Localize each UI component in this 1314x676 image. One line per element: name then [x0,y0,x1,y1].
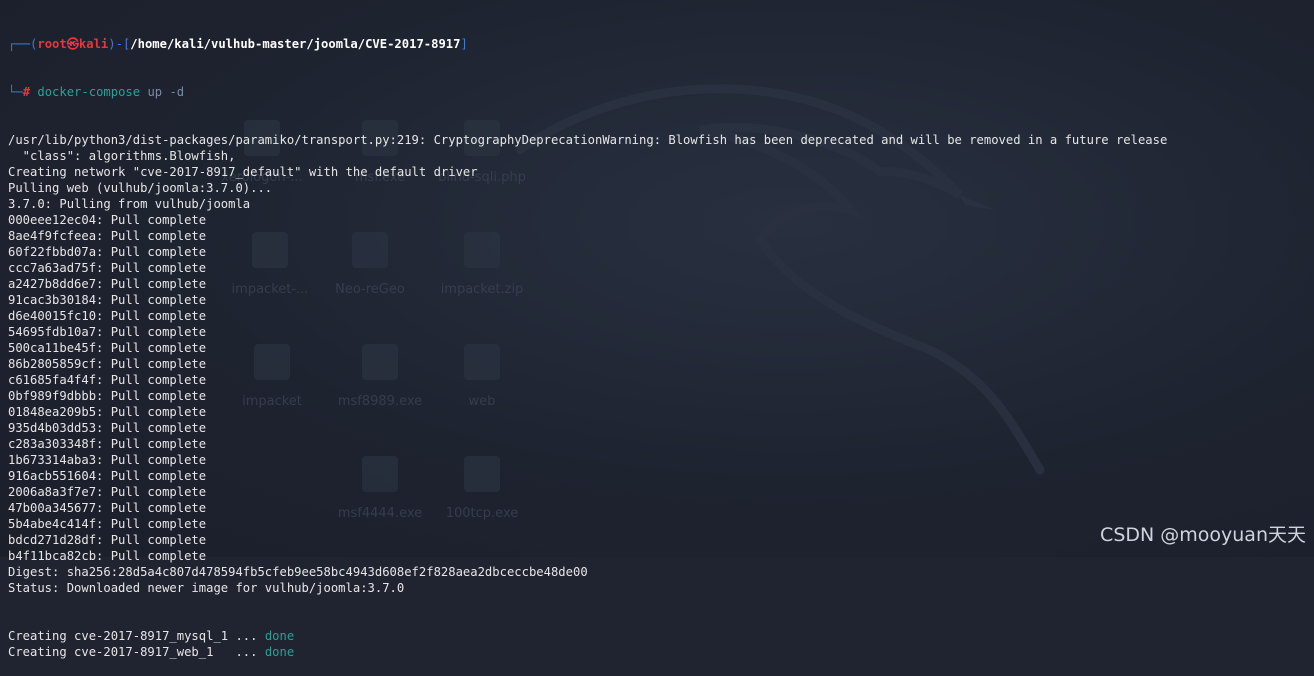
prompt-host: kali [78,37,109,51]
output-line: 935d4b03dd53: Pull complete [8,421,207,435]
output-line: 8ae4f9fcfeea: Pull complete [8,229,207,243]
creating-text: Creating cve-2017-8917_web_1 ... [8,645,265,659]
output-line: 47b00a345677: Pull complete [8,501,207,515]
csdn-watermark: CSDN @mooyuan天天 [1100,524,1306,546]
output-line: 60f22fbbd07a: Pull complete [8,245,207,259]
prompt-line-2: └─# docker-compose up -d [8,85,185,99]
output-line: /usr/lib/python3/dist-packages/paramiko/… [8,133,1168,147]
output-line: c283a303348f: Pull complete [8,437,207,451]
output-line: "class": algorithms.Blowfish, [8,149,236,163]
output-line: Digest: sha256:28d5a4c807d478594fb5cfeb9… [8,565,588,579]
creating-line: Creating cve-2017-8917_mysql_1 ... done [8,628,1314,644]
prompt-user: root [37,37,67,51]
output-line: 91cac3b30184: Pull complete [8,293,207,307]
output-line: 86b2805859cf: Pull complete [8,357,207,371]
output-line: d6e40015fc10: Pull complete [8,309,207,323]
output-line: a2427b8dd6e7: Pull complete [8,277,207,291]
output-line: 2006a8a3f7e7: Pull complete [8,485,207,499]
done-status: done [264,629,295,643]
output-line: 54695fdb10a7: Pull complete [8,325,207,339]
output-line: 01848ea209b5: Pull complete [8,405,207,419]
creating-text: Creating cve-2017-8917_mysql_1 ... [8,629,265,643]
prompt-path: /home/kali/vulhub-master/joomla/CVE-2017… [130,37,461,51]
prompt-symbol: ㉿ [66,37,79,51]
container-creation-status: Creating cve-2017-8917_mysql_1 ... done C… [8,628,1314,660]
terminal-output[interactable]: ┌──(root㉿kali)-[/home/kali/vulhub-master… [8,4,1314,676]
output-line: 916acb551604: Pull complete [8,469,207,483]
output-line: Creating network "cve-2017-8917_default"… [8,165,478,179]
output-line: ccc7a63ad75f: Pull complete [8,261,207,275]
output-line: b4f11bca82cb: Pull complete [8,549,207,563]
done-status: done [264,645,295,659]
output-line: 3.7.0: Pulling from vulhub/joomla [8,197,251,211]
output-line: Status: Downloaded newer image for vulhu… [8,581,405,595]
prompt-line-1: ┌──(root㉿kali)-[/home/kali/vulhub-master… [8,37,468,51]
output-line: c61685fa4f4f: Pull complete [8,373,207,387]
output-line: 000eee12ec04: Pull complete [8,213,207,227]
command-args: up -d [147,85,185,99]
command-name: docker-compose [37,85,141,99]
output-line: 0bf989f9dbbb: Pull complete [8,389,207,403]
output-line: Pulling web (vulhub/joomla:3.7.0)... [8,181,273,195]
output-line: 1b673314aba3: Pull complete [8,453,207,467]
output-line: 500ca11be45f: Pull complete [8,341,207,355]
creating-line: Creating cve-2017-8917_web_1 ... done [8,644,1314,660]
